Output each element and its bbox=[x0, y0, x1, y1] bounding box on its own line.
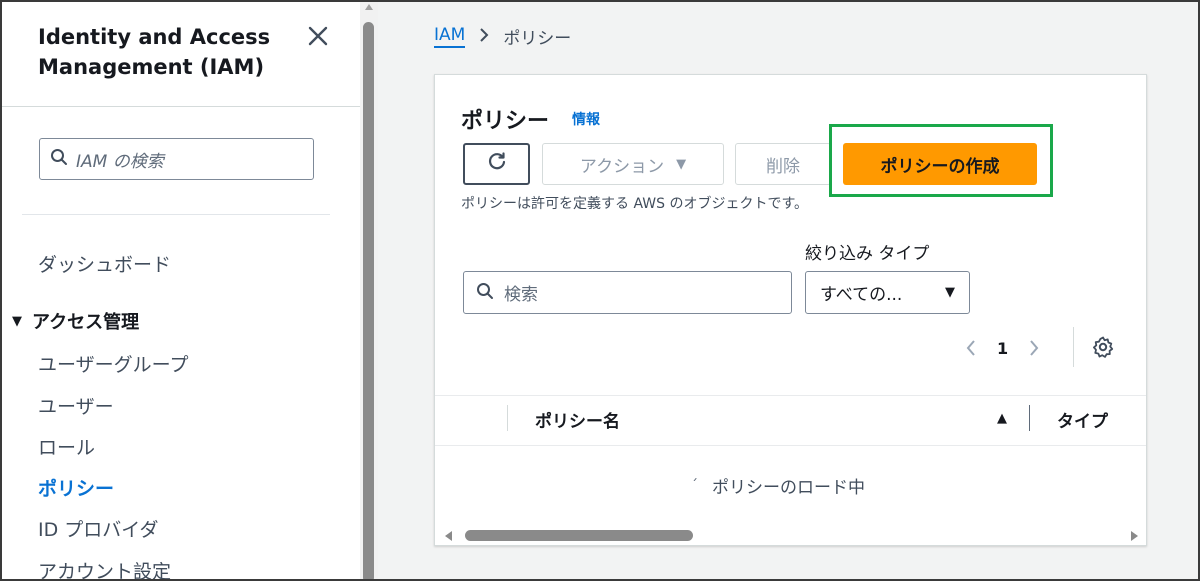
policies-panel: ポリシー 情報 アクション ▼ 削除 ポリシーの作成 ポリシーは許可を定義する … bbox=[434, 74, 1147, 546]
sidebar-search-input[interactable]: IAM の検索 bbox=[39, 138, 314, 180]
chevron-left-icon[interactable] bbox=[959, 339, 983, 357]
sidebar-divider bbox=[2, 106, 360, 107]
sidebar-title: Identity and Access Management (IAM) bbox=[38, 25, 271, 79]
sidebar: Identity and Access Management (IAM) IAM… bbox=[2, 2, 360, 579]
actions-dropdown-button[interactable]: アクション ▼ bbox=[542, 143, 724, 185]
delete-button[interactable]: 削除 bbox=[735, 143, 831, 185]
close-icon[interactable] bbox=[304, 22, 332, 50]
sort-ascending-icon[interactable]: ▲ bbox=[997, 411, 1007, 426]
sidebar-item-policies[interactable]: ポリシー bbox=[38, 474, 114, 501]
breadcrumb-iam-link[interactable]: IAM bbox=[434, 25, 466, 48]
sidebar-item-dashboard[interactable]: ダッシュボード bbox=[38, 250, 171, 277]
scroll-up-icon[interactable] bbox=[365, 4, 373, 10]
caret-down-icon: ▼ bbox=[676, 156, 687, 172]
caret-down-icon: ▼ bbox=[945, 285, 955, 300]
page-number[interactable]: 1 bbox=[997, 339, 1008, 358]
table-divider bbox=[435, 445, 1146, 446]
sidebar-item-identity-providers[interactable]: ID プロバイダ bbox=[38, 515, 159, 542]
filter-type-select[interactable]: すべての... ▼ bbox=[805, 271, 970, 314]
sidebar-scrollbar[interactable] bbox=[360, 2, 378, 579]
column-divider bbox=[507, 405, 508, 431]
actions-label: アクション bbox=[579, 156, 665, 177]
search-icon bbox=[476, 282, 494, 304]
pagination-divider bbox=[1073, 327, 1074, 367]
search-icon bbox=[50, 148, 68, 170]
column-header-policy-name[interactable]: ポリシー名 bbox=[535, 407, 620, 432]
sidebar-item-users[interactable]: ユーザー bbox=[38, 392, 114, 419]
sidebar-item-roles[interactable]: ロール bbox=[38, 433, 95, 460]
sidebar-item-account-settings[interactable]: アカウント設定 bbox=[38, 557, 171, 579]
policy-search-placeholder: 検索 bbox=[504, 285, 538, 305]
table-horizontal-scrollbar[interactable] bbox=[435, 527, 1146, 545]
sidebar-item-user-groups[interactable]: ユーザーグループ bbox=[38, 350, 188, 377]
app-frame: Identity and Access Management (IAM) IAM… bbox=[0, 0, 1200, 581]
panel-description: ポリシーは許可を定義する AWS のオブジェクトです。 bbox=[461, 196, 809, 212]
refresh-icon bbox=[486, 151, 508, 177]
scroll-left-icon[interactable] bbox=[445, 531, 452, 541]
create-policy-label: ポリシーの作成 bbox=[880, 156, 1000, 177]
chevron-right-icon[interactable] bbox=[1022, 339, 1046, 357]
main-content: IAM ポリシー ポリシー 情報 アクション ▼ 削除 ポリシーの作成 ポリシー… bbox=[378, 2, 1198, 579]
loading-indicator: ˊ ポリシーのロード中 bbox=[691, 473, 865, 499]
info-link[interactable]: 情報 bbox=[572, 109, 600, 129]
column-header-type[interactable]: タイプ bbox=[1057, 407, 1108, 432]
scrollbar-thumb[interactable] bbox=[363, 22, 374, 579]
chevron-right-icon bbox=[479, 27, 489, 46]
policy-search-input[interactable]: 検索 bbox=[463, 271, 792, 314]
sidebar-divider bbox=[22, 214, 330, 215]
column-resizer[interactable] bbox=[1029, 405, 1030, 431]
refresh-button[interactable] bbox=[463, 143, 530, 185]
gear-icon[interactable] bbox=[1091, 335, 1115, 363]
spinner-icon: ˊ bbox=[691, 477, 698, 494]
scrollbar-thumb[interactable] bbox=[465, 530, 693, 541]
table-divider bbox=[435, 395, 1146, 396]
sidebar-section-label: アクセス管理 bbox=[32, 312, 140, 333]
sidebar-section-access-management[interactable]: ▼ アクセス管理 bbox=[12, 308, 139, 334]
scroll-right-icon[interactable] bbox=[1131, 531, 1138, 541]
panel-title: ポリシー bbox=[461, 109, 550, 134]
loading-text: ポリシーのロード中 bbox=[712, 478, 865, 498]
create-policy-button[interactable]: ポリシーの作成 bbox=[843, 143, 1037, 185]
breadcrumb-current: ポリシー bbox=[503, 29, 572, 49]
caret-down-icon: ▼ bbox=[12, 313, 22, 329]
pagination: 1 bbox=[959, 333, 1046, 363]
filter-type-value: すべての... bbox=[820, 285, 903, 305]
filter-type-label: 絞り込み タイプ bbox=[805, 244, 930, 264]
sidebar-search-placeholder: IAM の検索 bbox=[76, 151, 164, 172]
delete-label: 削除 bbox=[766, 156, 800, 177]
breadcrumb: IAM ポリシー bbox=[434, 24, 571, 49]
